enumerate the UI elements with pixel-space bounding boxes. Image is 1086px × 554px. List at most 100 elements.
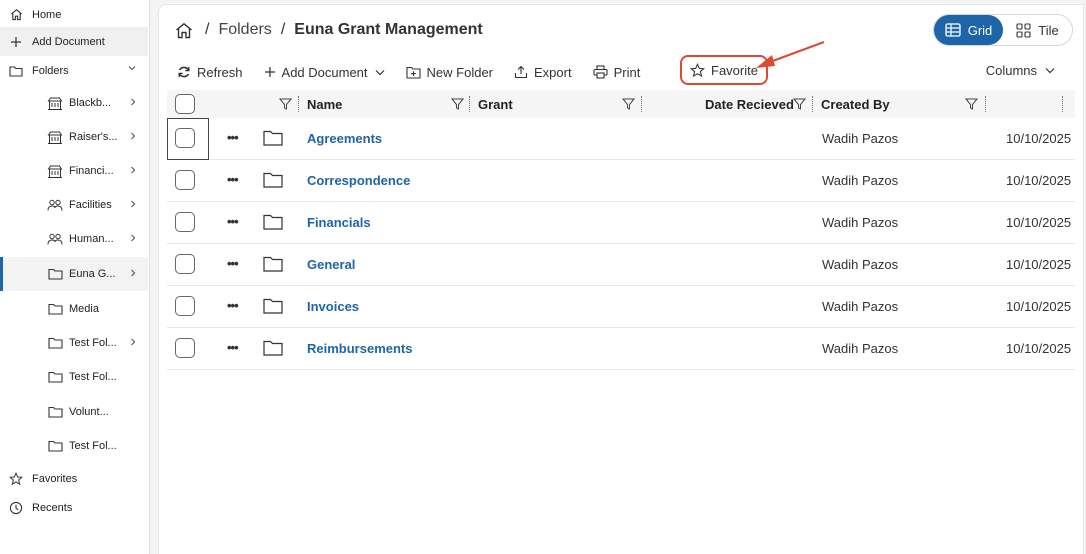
sidebar-item-human-resources[interactable]: Human... — [0, 222, 148, 256]
sidebar-item-label: Test Fol... — [69, 337, 117, 349]
row-checkbox[interactable] — [175, 212, 195, 232]
add-document-label: Add Document — [281, 64, 368, 80]
home-icon[interactable] — [175, 22, 193, 39]
sidebar-item-label: Home — [32, 8, 62, 21]
more-actions-icon[interactable]: ••• — [227, 130, 239, 145]
folder-name-link[interactable]: Agreements — [307, 131, 382, 146]
folder-icon — [47, 405, 63, 419]
created-by-cell: Wadih Pazos — [822, 257, 899, 272]
column-header-name[interactable]: Name — [307, 90, 342, 118]
table-row[interactable]: ••• Financials Wadih Pazos 10/10/2025 — [167, 202, 1075, 244]
more-actions-icon[interactable]: ••• — [227, 340, 239, 355]
sidebar-item-label: Favorites — [32, 472, 78, 485]
folder-icon — [47, 370, 63, 384]
more-actions-icon[interactable]: ••• — [227, 214, 239, 229]
sidebar-item-label: Add Document — [32, 35, 105, 48]
row-checkbox[interactable] — [175, 296, 195, 316]
people-icon — [47, 232, 63, 246]
sidebar-item-financials[interactable]: Financi... — [0, 154, 148, 188]
sidebar-item-label: Media — [69, 303, 99, 315]
folder-name-link[interactable]: Financials — [307, 215, 371, 230]
chevron-down-icon — [1045, 68, 1055, 74]
new-folder-button[interactable]: New Folder — [405, 65, 493, 80]
chevron-right-icon[interactable] — [130, 132, 136, 140]
created-by-cell: Wadih Pazos — [822, 341, 899, 356]
new-folder-icon — [405, 66, 421, 79]
folder-name-link[interactable]: Correspondence — [307, 173, 410, 188]
sidebar-item-raisers[interactable]: Raiser's... — [0, 120, 148, 154]
column-header-date-received[interactable]: Date Recieved — [705, 90, 794, 118]
select-all-checkbox[interactable] — [175, 94, 195, 114]
created-by-cell: Wadih Pazos — [822, 131, 899, 146]
table-row[interactable]: ••• Agreements Wadih Pazos 10/10/2025 — [167, 118, 1075, 160]
created-by-cell: Wadih Pazos — [822, 215, 899, 230]
sidebar-item-facilities[interactable]: Facilities — [0, 188, 148, 222]
folder-icon — [263, 340, 283, 356]
grid-view-button[interactable]: Grid — [934, 15, 1003, 45]
chevron-right-icon[interactable] — [130, 269, 136, 277]
row-checkbox[interactable] — [175, 170, 195, 190]
row-checkbox[interactable] — [175, 338, 195, 358]
folder-icon — [47, 267, 63, 281]
sidebar-item-volunteers[interactable]: Volunt... — [0, 395, 148, 429]
sidebar-item-folders[interactable]: Folders — [0, 56, 148, 85]
chevron-right-icon[interactable] — [130, 166, 136, 174]
filter-icon[interactable] — [793, 98, 806, 110]
filter-icon[interactable] — [965, 98, 978, 110]
column-header-created-by[interactable]: Created By — [821, 90, 890, 118]
chevron-right-icon[interactable] — [130, 98, 136, 106]
row-checkbox[interactable] — [175, 254, 195, 274]
tile-view-button[interactable]: Tile — [1003, 15, 1072, 45]
building-icon — [47, 130, 63, 144]
refresh-icon — [178, 66, 190, 78]
sidebar-item-favorites[interactable]: Favorites — [0, 464, 148, 493]
more-actions-icon[interactable]: ••• — [227, 256, 239, 271]
folder-icon — [263, 214, 283, 230]
folder-name-link[interactable]: Invoices — [307, 299, 359, 314]
folder-name-link[interactable]: Reimbursements — [307, 341, 412, 356]
chevron-right-icon[interactable] — [130, 200, 136, 208]
grid-header: Name Grant Date Recieved Created By — [167, 90, 1075, 118]
add-document-button[interactable]: Add Document — [264, 65, 385, 80]
clock-icon — [9, 501, 23, 515]
folder-icon — [47, 336, 63, 350]
columns-label: Columns — [985, 63, 1037, 78]
sidebar-item-home[interactable]: Home — [0, 0, 148, 29]
table-row[interactable]: ••• Reimbursements Wadih Pazos 10/10/202… — [167, 328, 1075, 370]
sidebar-item-label: Test Fol... — [69, 440, 117, 452]
sidebar-item-add-document[interactable]: Add Document — [0, 27, 148, 56]
columns-dropdown[interactable]: Columns — [986, 63, 1055, 78]
filter-icon[interactable] — [279, 98, 292, 110]
sidebar-item-test-folder-3[interactable]: Test Fol... — [0, 429, 148, 463]
sidebar-item-recents[interactable]: Recents — [0, 493, 148, 522]
folder-name-link[interactable]: General — [307, 257, 355, 272]
export-button[interactable]: Export — [514, 65, 572, 80]
sidebar-item-label: Euna G... — [69, 268, 116, 280]
more-actions-icon[interactable]: ••• — [227, 298, 239, 313]
filter-icon[interactable] — [451, 98, 464, 110]
row-checkbox[interactable] — [175, 128, 195, 148]
refresh-label: Refresh — [197, 64, 243, 80]
more-actions-icon[interactable]: ••• — [227, 172, 239, 187]
sidebar-item-test-folder-2[interactable]: Test Fol... — [0, 360, 148, 394]
chevron-down-icon[interactable] — [128, 65, 136, 71]
chevron-right-icon[interactable] — [130, 338, 136, 346]
print-button[interactable]: Print — [593, 65, 640, 80]
tile-icon — [1016, 22, 1031, 38]
sidebar-item-label: Financi... — [69, 165, 114, 177]
plus-icon — [264, 67, 275, 77]
sidebar-item-test-folder-1[interactable]: Test Fol... — [0, 326, 148, 360]
sidebar-item-blackbaud[interactable]: Blackb... — [0, 86, 148, 120]
sidebar: Home Add Document Folders Blackb... Rais… — [0, 0, 150, 554]
star-icon — [9, 471, 23, 486]
table-row[interactable]: ••• General Wadih Pazos 10/10/2025 — [167, 244, 1075, 286]
refresh-button[interactable]: Refresh — [177, 65, 243, 80]
sidebar-item-media[interactable]: Media — [0, 292, 148, 326]
chevron-right-icon[interactable] — [130, 234, 136, 242]
sidebar-item-euna-grant[interactable]: Euna G... — [0, 257, 148, 291]
filter-icon[interactable] — [622, 98, 635, 110]
column-header-grant[interactable]: Grant — [478, 90, 513, 118]
breadcrumb-folders[interactable]: Folders — [218, 21, 271, 39]
table-row[interactable]: ••• Invoices Wadih Pazos 10/10/2025 — [167, 286, 1075, 328]
table-row[interactable]: ••• Correspondence Wadih Pazos 10/10/202… — [167, 160, 1075, 202]
